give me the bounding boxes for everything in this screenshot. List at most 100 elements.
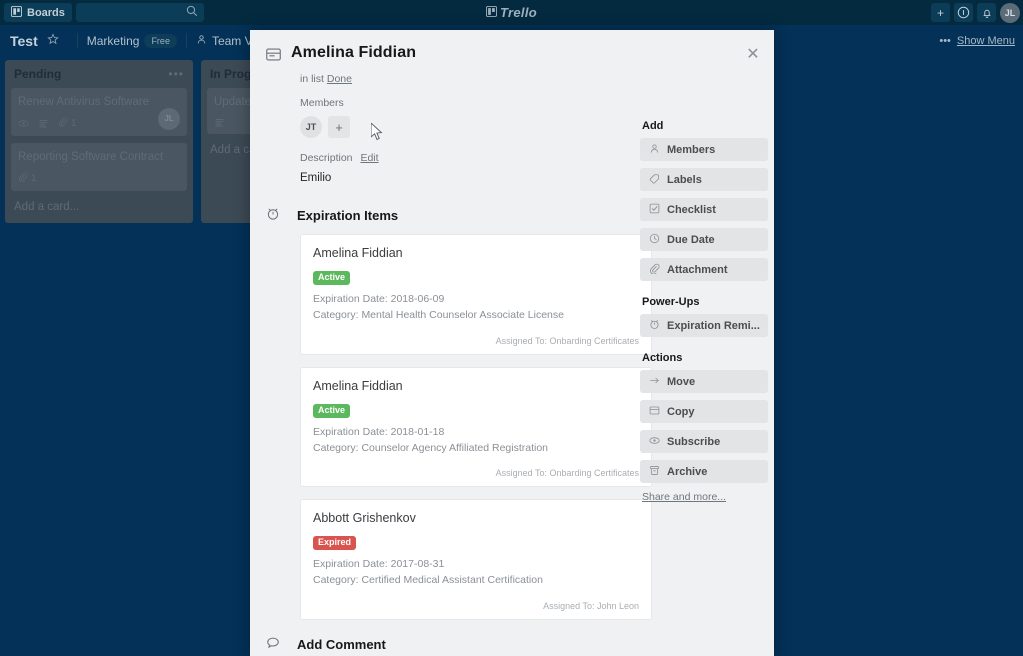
sidebar-item-label: Due Date: [667, 233, 715, 246]
attachment-icon: [18, 172, 28, 185]
share-and-more-link[interactable]: Share and more...: [642, 491, 768, 503]
list-item[interactable]: Reporting Software Contract 1: [11, 142, 187, 191]
add-section-heading: Add: [642, 120, 664, 132]
card-badges: 1: [18, 172, 180, 185]
status-badge: Active: [313, 403, 351, 418]
eye-icon: [649, 435, 660, 449]
team-icon: [196, 34, 207, 48]
card-title: Reporting Software Contract: [18, 150, 164, 163]
card-badges: 1: [18, 117, 180, 130]
description-icon: [38, 118, 49, 129]
team-name[interactable]: Marketing Free: [87, 33, 177, 48]
attachment-count: 1: [31, 172, 37, 184]
checklist-icon: [649, 203, 660, 217]
assigned-to: Assigned To: Onbarding Certificates: [495, 468, 639, 479]
avatar: JL: [158, 107, 180, 130]
description-label: Description: [300, 152, 353, 164]
search-icon: [186, 4, 198, 22]
eye-icon: [18, 118, 29, 129]
card-title: Renew Antivirus Software: [18, 96, 150, 108]
bell-icon[interactable]: [977, 3, 996, 22]
global-topbar: Boards Trello + JL: [0, 0, 1023, 25]
close-icon[interactable]: ✕: [743, 44, 763, 64]
in-list-line: in list Done: [300, 73, 758, 85]
sidebar-item-label: Copy: [667, 405, 695, 418]
card-detail-modal: ✕ Amelina Fiddian in list Done Members J…: [250, 30, 774, 656]
board-title[interactable]: Test: [10, 33, 38, 49]
sidebar-item-label: Checklist: [667, 203, 716, 216]
description-icon: [214, 117, 225, 128]
logo-text: Trello: [500, 5, 537, 20]
expiration-date: Expiration Date: 2017-08-31: [313, 558, 445, 571]
board-background: Boards Trello + JL Test Marketing Free T…: [0, 0, 1023, 656]
ellipsis-icon[interactable]: •••: [939, 35, 951, 47]
expiration-category: Category: Counselor Agency Affiliated Re…: [313, 441, 549, 454]
add-member-button[interactable]: +: [328, 116, 350, 138]
move-button[interactable]: Move: [640, 370, 768, 393]
add-labels-button[interactable]: Labels: [640, 168, 768, 191]
in-list-link[interactable]: Done: [327, 73, 352, 85]
boards-label: Boards: [27, 6, 65, 19]
attachment-icon: [58, 117, 68, 130]
add-comment-header: Add Comment: [266, 636, 758, 653]
card-icon: [266, 47, 281, 67]
info-icon[interactable]: [954, 3, 973, 22]
sidebar-item-label: Subscribe: [667, 435, 721, 448]
add-comment-title: Add Comment: [297, 636, 386, 652]
add-checklist-button[interactable]: Checklist: [640, 198, 768, 221]
card-header: Amelina Fiddian: [266, 44, 758, 67]
archive-button[interactable]: Archive: [640, 460, 768, 483]
expiration-date: Expiration Date: 2018-06-09: [313, 293, 445, 305]
plus-icon[interactable]: +: [931, 3, 950, 22]
card-sidebar: Add Members Labels Checklist Due Date At…: [640, 120, 768, 503]
expiration-category: Category: Mental Health Counselor Associ…: [313, 309, 564, 322]
assigned-to: Assigned To: John Leon: [543, 600, 639, 611]
avatar[interactable]: JT: [300, 116, 322, 138]
attachment-badge: 1: [18, 172, 37, 185]
archive-icon: [649, 465, 660, 479]
show-menu-link[interactable]: Show Menu: [957, 35, 1015, 47]
expiration-item-name: Amelina Fiddian: [313, 378, 403, 393]
expiration-reminder-button[interactable]: Expiration Remi...: [640, 314, 768, 337]
comment-icon: [266, 636, 288, 653]
sidebar-item-label: Attachment: [667, 263, 728, 276]
members-label: Members: [300, 97, 344, 109]
actions-section-heading: Actions: [642, 352, 683, 364]
alarm-clock-icon: [266, 206, 288, 224]
topbar-right-actions: + JL: [931, 0, 1020, 25]
add-card-button[interactable]: Add a card...: [11, 198, 187, 217]
boards-button[interactable]: Boards: [4, 3, 72, 22]
list-item[interactable]: Abbott Grishenkov Expired Expiration Dat…: [300, 499, 652, 620]
board-header-right: ••• Show Menu: [939, 35, 1015, 47]
board-icon: [11, 5, 22, 20]
star-icon[interactable]: [46, 33, 59, 48]
search-input[interactable]: [75, 3, 204, 22]
expiration-items-title: Expiration Items: [297, 207, 399, 223]
add-attachment-button[interactable]: Attachment: [640, 258, 768, 281]
copy-button[interactable]: Copy: [640, 400, 768, 423]
logo-icon: [486, 5, 498, 20]
sidebar-item-label: Expiration Remi...: [667, 319, 760, 332]
plan-badge: Free: [144, 33, 177, 48]
list-item[interactable]: Amelina Fiddian Active Expiration Date: …: [300, 366, 652, 488]
list-item[interactable]: Renew Antivirus Software 1 JL: [11, 88, 187, 136]
list-title[interactable]: Pending: [14, 67, 61, 81]
alarm-clock-icon: [649, 318, 660, 333]
list-item[interactable]: Amelina Fiddian Active Expiration Date: …: [300, 234, 652, 355]
divider: [185, 33, 187, 48]
add-due-date-button[interactable]: Due Date: [640, 228, 768, 251]
list-menu-icon[interactable]: •••: [168, 68, 184, 80]
sidebar-item-label: Archive: [667, 465, 708, 478]
subscribe-button[interactable]: Subscribe: [640, 430, 768, 453]
arrow-right-icon: [649, 375, 660, 389]
powerups-section-heading: Power-Ups: [642, 296, 700, 308]
expiration-items-list: Amelina Fiddian Active Expiration Date: …: [300, 234, 652, 620]
avatar[interactable]: JL: [1000, 2, 1020, 23]
description-edit-link[interactable]: Edit: [360, 152, 378, 164]
add-members-button[interactable]: Members: [640, 138, 768, 161]
status-badge: Expired: [313, 536, 357, 551]
assigned-to: Assigned To: Onbarding Certificates: [495, 335, 639, 346]
attachment-badge: 1: [58, 117, 77, 130]
expiration-item-name: Abbott Grishenkov: [313, 511, 416, 526]
label-icon: [649, 173, 660, 187]
